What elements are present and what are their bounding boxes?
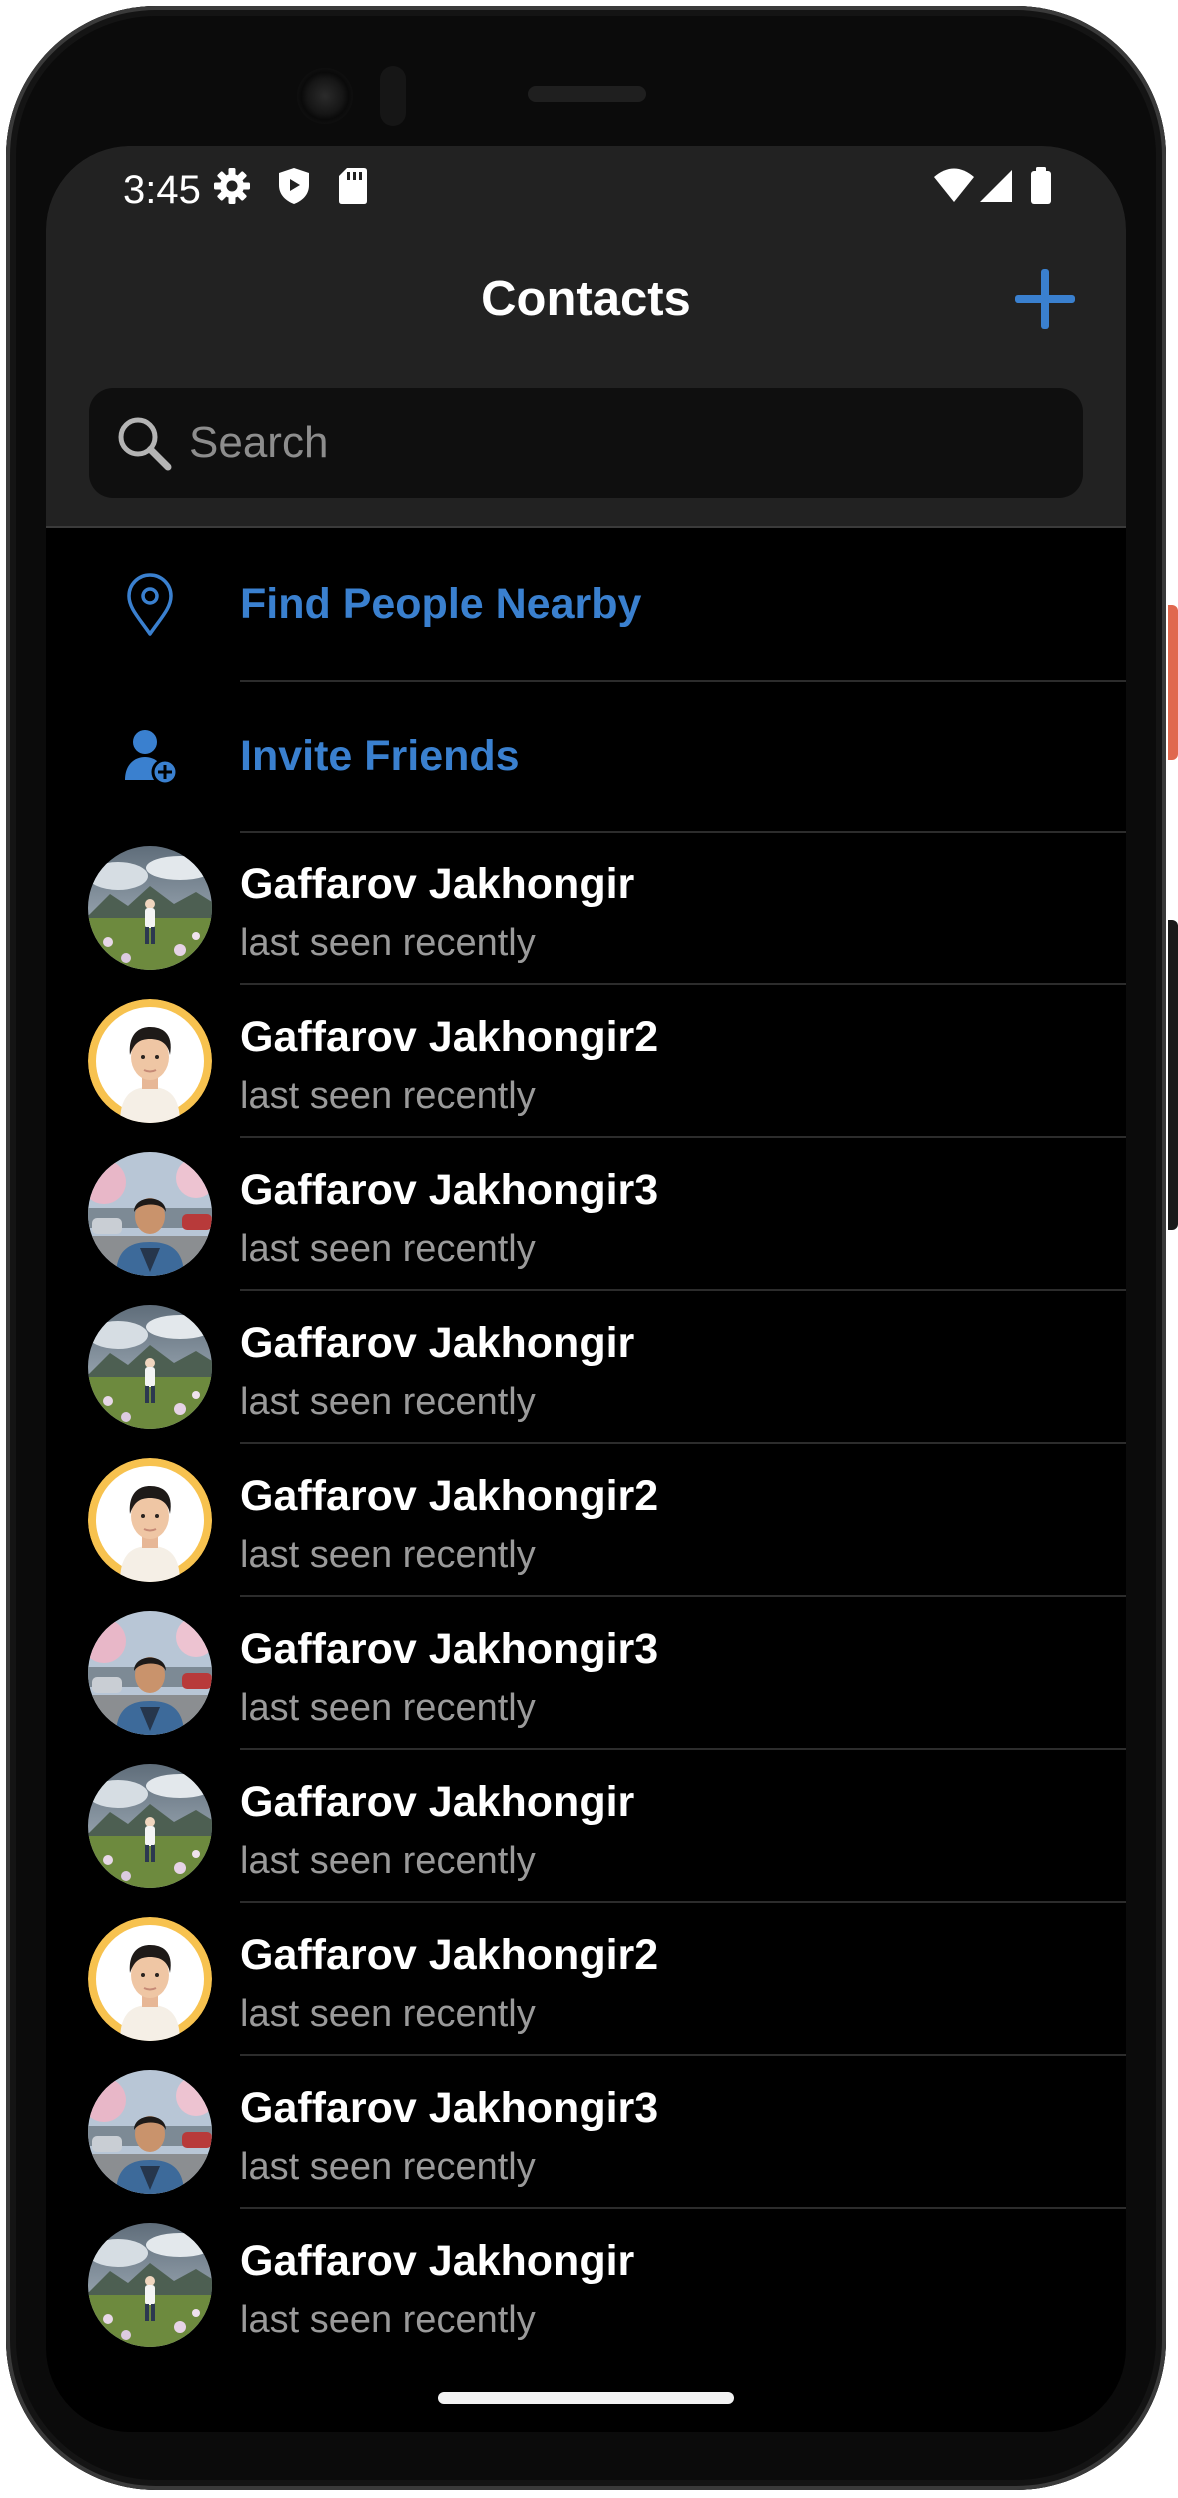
front-camera	[297, 68, 353, 124]
contact-row[interactable]: Gaffarov Jakhongir last seen recently	[46, 2209, 1126, 2362]
contact-name: Gaffarov Jakhongir2	[240, 1013, 659, 1061]
avatar	[88, 1764, 212, 1888]
avatar	[88, 2223, 212, 2347]
status-time: 3:45	[123, 168, 201, 212]
page-title: Contacts	[481, 272, 691, 326]
contact-list: Gaffarov Jakhongir last seen recently Gaf…	[46, 832, 1126, 2362]
contact-status: last seen recently	[240, 1687, 536, 1729]
avatar	[88, 1305, 212, 1429]
search-input[interactable]	[189, 408, 1049, 478]
contact-name: Gaffarov Jakhongir	[240, 860, 635, 908]
avatar	[88, 846, 212, 970]
contact-status: last seen recently	[240, 1075, 536, 1117]
contact-name: Gaffarov Jakhongir2	[240, 1472, 659, 1520]
contact-row[interactable]: Gaffarov Jakhongir last seen recently	[46, 832, 1126, 985]
home-indicator[interactable]	[438, 2392, 734, 2404]
earpiece-speaker	[528, 86, 646, 102]
contact-row[interactable]: Gaffarov Jakhongir3 last seen recently	[46, 2056, 1126, 2209]
contact-name: Gaffarov Jakhongir3	[240, 1625, 659, 1673]
contact-status: last seen recently	[240, 1228, 536, 1270]
contact-status: last seen recently	[240, 922, 536, 964]
contact-name: Gaffarov Jakhongir	[240, 1319, 635, 1367]
location-pin-icon	[115, 570, 185, 640]
contact-row[interactable]: Gaffarov Jakhongir3 last seen recently	[46, 1138, 1126, 1291]
contact-name: Gaffarov Jakhongir	[240, 1778, 635, 1826]
avatar	[88, 2070, 212, 2194]
app-screen: 3:45 Contacts Search Find People Nearby …	[46, 146, 1126, 2432]
plus-icon	[1012, 266, 1078, 332]
contact-status: last seen recently	[240, 2146, 536, 2188]
signal-icon	[978, 166, 1016, 206]
avatar	[88, 1152, 212, 1276]
contact-row[interactable]: Gaffarov Jakhongir last seen recently	[46, 1291, 1126, 1444]
contact-row[interactable]: Gaffarov Jakhongir2 last seen recently	[46, 1903, 1126, 2056]
find-people-nearby-label: Find People Nearby	[240, 580, 642, 628]
shield-icon	[276, 166, 312, 206]
power-button	[1168, 605, 1178, 760]
contact-status: last seen recently	[240, 1993, 536, 2035]
avatar	[88, 1458, 212, 1582]
add-contact-button[interactable]	[1012, 266, 1078, 332]
contact-row[interactable]: Gaffarov Jakhongir last seen recently	[46, 1750, 1126, 1903]
avatar	[88, 999, 212, 1123]
top-app-bar: 3:45 Contacts Search	[46, 146, 1126, 526]
find-people-nearby-row[interactable]: Find People Nearby	[46, 528, 1126, 680]
contact-status: last seen recently	[240, 2299, 536, 2341]
wifi-icon	[932, 166, 976, 206]
contact-name: Gaffarov Jakhongir	[240, 2237, 635, 2285]
contact-name: Gaffarov Jakhongir3	[240, 1166, 659, 1214]
contact-status: last seen recently	[240, 1840, 536, 1882]
contact-name: Gaffarov Jakhongir2	[240, 1931, 659, 1979]
battery-icon	[1028, 166, 1054, 206]
avatar	[88, 1917, 212, 2041]
contact-row[interactable]: Gaffarov Jakhongir2 last seen recently	[46, 985, 1126, 1138]
contact-row[interactable]: Gaffarov Jakhongir3 last seen recently	[46, 1597, 1126, 1750]
contact-status: last seen recently	[240, 1534, 536, 1576]
search-icon	[114, 413, 174, 473]
invite-friends-row[interactable]: Invite Friends	[46, 680, 1126, 832]
avatar	[88, 1611, 212, 1735]
volume-button	[1168, 920, 1178, 1230]
proximity-sensor	[380, 66, 406, 126]
invite-friends-label: Invite Friends	[240, 732, 520, 780]
sd-card-icon	[338, 166, 368, 206]
contact-status: last seen recently	[240, 1381, 536, 1423]
contact-name: Gaffarov Jakhongir3	[240, 2084, 659, 2132]
gear-icon	[212, 166, 252, 206]
contact-row[interactable]: Gaffarov Jakhongir2 last seen recently	[46, 1444, 1126, 1597]
add-person-icon	[115, 722, 185, 792]
search-bar[interactable]	[89, 388, 1083, 498]
